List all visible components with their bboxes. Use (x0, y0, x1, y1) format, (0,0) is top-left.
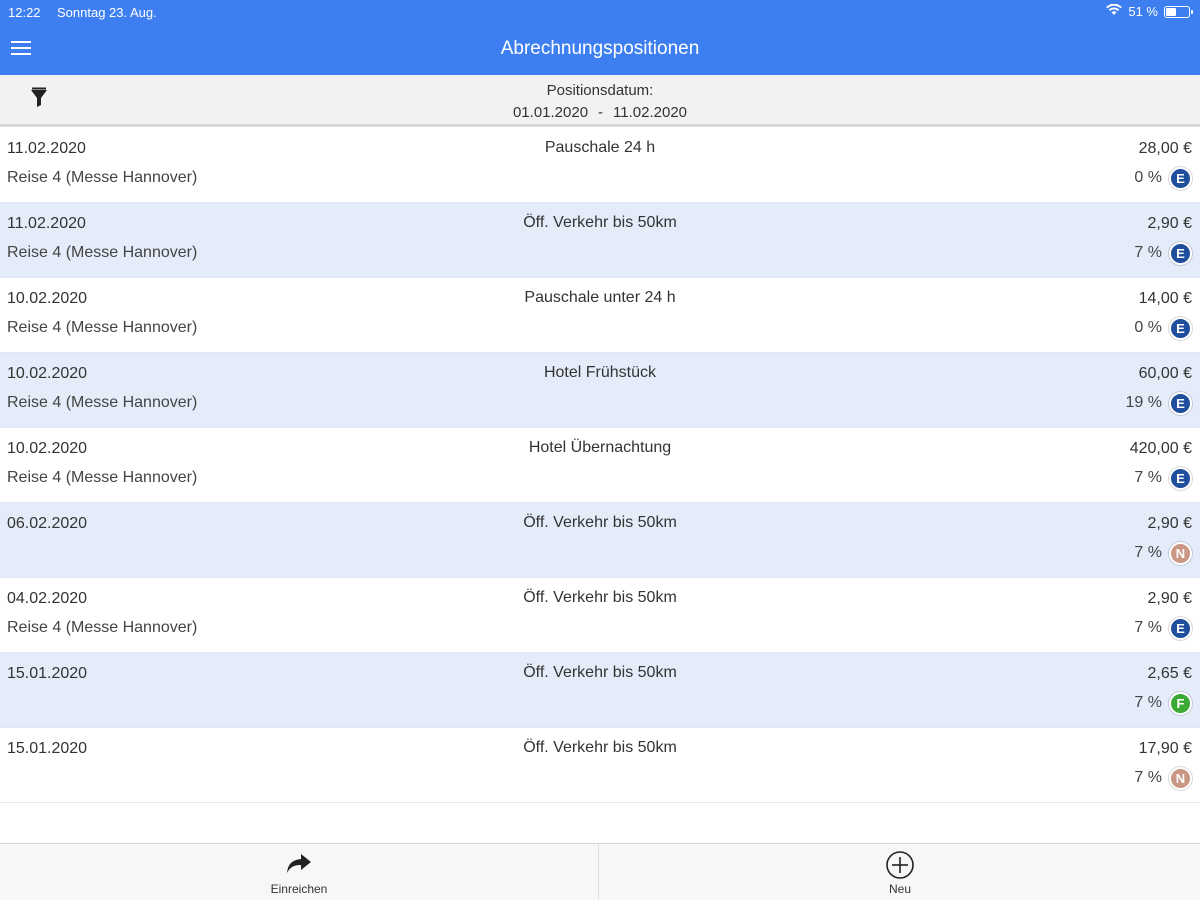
submit-label: Einreichen (270, 882, 328, 896)
positions-list: 11.02.2020 Reise 4 (Messe Hannover) Paus… (0, 128, 1200, 803)
item-vat: 0 % (1134, 319, 1162, 336)
item-vat: 7 % (1134, 244, 1162, 261)
status-date: Sonntag 23. Aug. (57, 5, 157, 20)
item-date: 10.02.2020 (7, 290, 88, 307)
item-amount: 420,00 € (1129, 440, 1192, 457)
item-amount: 2,90 € (1147, 515, 1192, 532)
item-date: 15.01.2020 (7, 740, 88, 757)
item-type: Öff. Verkehr bis 50km (523, 739, 677, 756)
filter-to: 11.02.2020 (613, 104, 688, 121)
share-forward-icon (285, 851, 313, 882)
item-date: 15.01.2020 (7, 665, 88, 682)
plus-circle-icon (885, 851, 915, 886)
item-date: 11.02.2020 (7, 140, 86, 157)
nav-bar: Abrechnungspositionen (0, 24, 1200, 75)
item-type: Öff. Verkehr bis 50km (523, 664, 677, 681)
item-vat: 7 % (1134, 619, 1162, 636)
status-badge: E (1169, 467, 1192, 490)
list-item[interactable]: 11.02.2020 Reise 4 (Messe Hannover) Paus… (0, 128, 1200, 203)
item-vat: 7 % (1134, 769, 1162, 786)
filter-separator: - (598, 104, 604, 121)
item-amount: 14,00 € (1138, 290, 1192, 307)
item-vat: 0 % (1134, 169, 1162, 186)
item-type: Hotel Übernachtung (528, 439, 672, 456)
item-type: Öff. Verkehr bis 50km (523, 214, 677, 231)
item-date: 11.02.2020 (7, 215, 86, 232)
new-button[interactable]: Neu (600, 844, 1200, 900)
item-type: Hotel Frühstück (543, 364, 657, 381)
wifi-icon (1106, 3, 1123, 19)
status-badge: N (1169, 767, 1192, 790)
status-right: 51 % (1106, 3, 1193, 19)
item-amount: 60,00 € (1138, 365, 1192, 382)
status-bar: 12:22 Sonntag 23. Aug. 51 % (0, 0, 1200, 24)
list-item[interactable]: 11.02.2020 Reise 4 (Messe Hannover) Öff.… (0, 203, 1200, 278)
page-title: Abrechnungspositionen (500, 38, 700, 59)
item-amount: 17,90 € (1138, 740, 1192, 757)
status-badge: E (1169, 317, 1192, 340)
item-date: 10.02.2020 (7, 365, 88, 382)
bottom-toolbar: Einreichen Neu (0, 843, 1200, 900)
battery-icon (1164, 5, 1193, 18)
filter-from: 01.01.2020 (512, 104, 589, 121)
list-item[interactable]: 10.02.2020 Reise 4 (Messe Hannover) Paus… (0, 278, 1200, 353)
item-type: Öff. Verkehr bis 50km (523, 589, 677, 606)
status-badge: E (1169, 392, 1192, 415)
filter-range: 01.01.2020 - 11.02.2020 (0, 102, 1200, 124)
item-vat: 19 % (1125, 394, 1162, 411)
status-time: 12:22 (8, 5, 41, 20)
list-item[interactable]: 06.02.2020 Öff. Verkehr bis 50km 2,90 € … (0, 503, 1200, 578)
item-date: 10.02.2020 (7, 440, 88, 457)
list-item[interactable]: 15.01.2020 Öff. Verkehr bis 50km 17,90 €… (0, 728, 1200, 803)
item-vat: 7 % (1134, 544, 1162, 561)
battery-percent: 51 % (1128, 4, 1158, 19)
item-amount: 28,00 € (1138, 140, 1192, 157)
item-date: 06.02.2020 (7, 515, 88, 532)
date-filter-summary[interactable]: Positionsdatum: 01.01.2020 - 11.02.2020 (0, 80, 1200, 124)
item-amount: 2,90 € (1147, 215, 1192, 232)
item-type: Öff. Verkehr bis 50km (523, 514, 677, 531)
status-badge: E (1169, 617, 1192, 640)
item-type: Pauschale 24 h (544, 139, 656, 156)
item-trip: Reise 4 (Messe Hannover) (7, 619, 198, 636)
item-amount: 2,65 € (1147, 665, 1192, 682)
item-trip: Reise 4 (Messe Hannover) (7, 394, 198, 411)
status-badge: F (1169, 692, 1192, 715)
item-vat: 7 % (1134, 694, 1162, 711)
item-trip: Reise 4 (Messe Hannover) (7, 244, 198, 261)
item-vat: 7 % (1134, 469, 1162, 486)
item-date: 04.02.2020 (7, 590, 88, 607)
item-trip: Reise 4 (Messe Hannover) (7, 169, 198, 186)
filter-label: Positionsdatum: (546, 82, 654, 99)
list-item[interactable]: 15.01.2020 Öff. Verkehr bis 50km 2,65 € … (0, 653, 1200, 728)
item-trip: Reise 4 (Messe Hannover) (7, 319, 198, 336)
list-item[interactable]: 10.02.2020 Reise 4 (Messe Hannover) Hote… (0, 428, 1200, 503)
item-trip: Reise 4 (Messe Hannover) (7, 469, 198, 486)
status-badge: E (1169, 167, 1192, 190)
status-badge: E (1169, 242, 1192, 265)
item-type: Pauschale unter 24 h (524, 289, 676, 306)
list-item[interactable]: 10.02.2020 Reise 4 (Messe Hannover) Hote… (0, 353, 1200, 428)
submit-button[interactable]: Einreichen (0, 844, 599, 900)
list-item[interactable]: 04.02.2020 Reise 4 (Messe Hannover) Öff.… (0, 578, 1200, 653)
filter-bar: Positionsdatum: 01.01.2020 - 11.02.2020 (0, 75, 1200, 127)
new-label: Neu (888, 882, 911, 896)
status-badge: N (1169, 542, 1192, 565)
item-amount: 2,90 € (1147, 590, 1192, 607)
